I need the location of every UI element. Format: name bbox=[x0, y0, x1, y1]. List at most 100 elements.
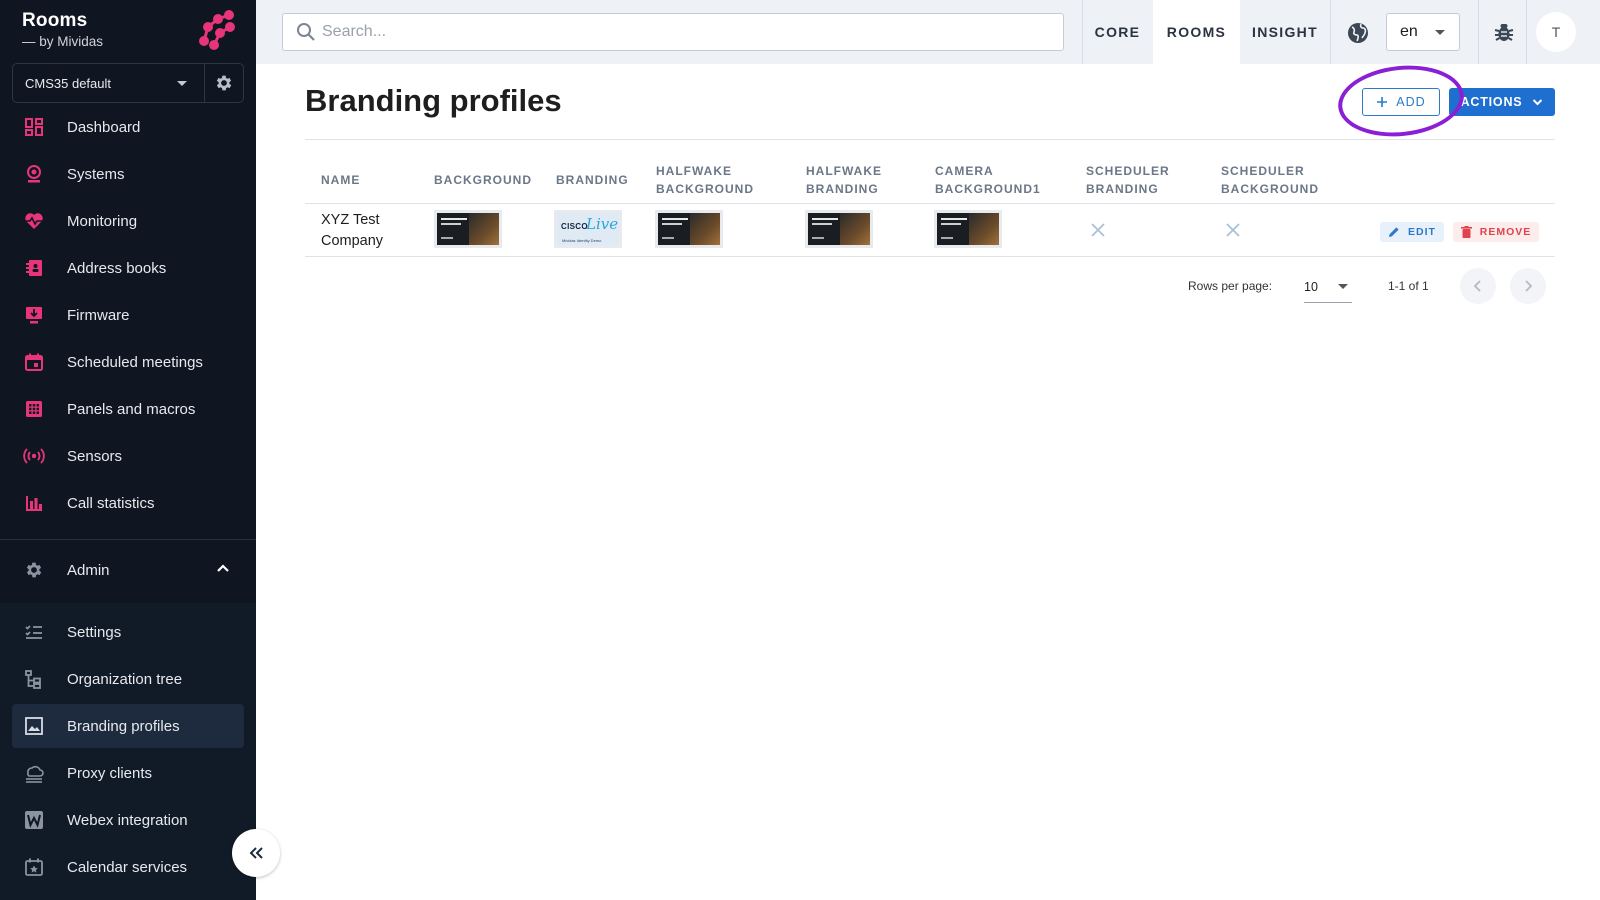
chevron-left-icon bbox=[1473, 280, 1481, 292]
search-icon bbox=[297, 23, 315, 41]
tenant-settings-button[interactable] bbox=[205, 64, 243, 102]
rows-per-page-select[interactable]: 10 bbox=[1304, 271, 1352, 303]
nav-label: Organization tree bbox=[67, 670, 183, 688]
top-divider bbox=[1526, 0, 1527, 64]
nav-divider bbox=[0, 539, 256, 540]
remove-button[interactable]: REMOVE bbox=[1453, 222, 1539, 242]
nav-item-organization-tree[interactable]: Organization tree bbox=[12, 657, 244, 701]
top-bar: CORE ROOMS INSIGHT en T bbox=[256, 0, 1600, 64]
rows-per-page-value: 10 bbox=[1304, 279, 1318, 294]
double-chevron-left-icon bbox=[249, 847, 263, 859]
language-value: en bbox=[1400, 23, 1418, 40]
brand-title: Rooms bbox=[22, 10, 88, 31]
heart-pulse-icon bbox=[23, 210, 45, 232]
profile-name: XYZ Test Company bbox=[321, 212, 384, 249]
tab-insight[interactable]: INSIGHT bbox=[1240, 0, 1330, 64]
language-select[interactable]: en bbox=[1386, 13, 1460, 51]
next-page-button[interactable] bbox=[1510, 268, 1546, 304]
cloud-stack-icon bbox=[23, 762, 45, 784]
nav-item-dashboard[interactable]: Dashboard bbox=[12, 105, 244, 149]
calendar-star-icon bbox=[23, 856, 45, 878]
mividas-logo-icon bbox=[199, 10, 235, 50]
nav-label: Proxy clients bbox=[67, 764, 153, 782]
nav-item-calendar-services[interactable]: Calendar services bbox=[12, 845, 244, 889]
nav-label: Monitoring bbox=[67, 212, 138, 230]
nav-label: Sensors bbox=[67, 447, 123, 465]
column-header-halfwake-branding[interactable]: HALFWAKE BRANDING bbox=[806, 162, 882, 198]
column-header-name[interactable]: NAME bbox=[321, 171, 360, 189]
column-header-halfwake-background[interactable]: HALFWAKE BACKGROUND bbox=[656, 162, 754, 198]
systems-icon bbox=[23, 163, 45, 185]
halfwake-background-thumbnail[interactable] bbox=[655, 210, 723, 248]
camera-background-thumbnail[interactable] bbox=[934, 210, 1002, 248]
close-icon bbox=[1091, 223, 1105, 237]
add-button[interactable]: ADD bbox=[1362, 88, 1440, 116]
nav-item-address-books[interactable]: Address books bbox=[12, 246, 244, 290]
nav-item-proxy-clients[interactable]: Proxy clients bbox=[12, 751, 244, 795]
header-divider bbox=[305, 203, 1555, 204]
nav-label: Call statistics bbox=[67, 494, 155, 512]
plus-icon bbox=[1377, 97, 1388, 107]
sidebar: Rooms — by Mividas CMS35 default Dashboa… bbox=[0, 0, 256, 900]
tenant-selector[interactable]: CMS35 default bbox=[12, 63, 244, 103]
row-divider bbox=[305, 256, 1555, 257]
chevron-down-icon bbox=[177, 80, 187, 86]
collapse-sidebar-button[interactable] bbox=[232, 829, 280, 877]
halfwake-branding-thumbnail[interactable] bbox=[805, 210, 873, 248]
nav-label: Webex integration bbox=[67, 811, 188, 829]
tree-icon bbox=[23, 668, 45, 690]
nav-label: Calendar services bbox=[67, 858, 188, 876]
nav-label: Systems bbox=[67, 165, 125, 183]
calendar-icon bbox=[23, 351, 45, 373]
nav-label: Address books bbox=[67, 259, 167, 277]
trash-icon bbox=[1460, 226, 1472, 238]
bug-icon[interactable] bbox=[1492, 20, 1516, 44]
tab-rooms[interactable]: ROOMS bbox=[1153, 0, 1240, 64]
top-divider bbox=[1330, 0, 1331, 64]
nav-item-monitoring[interactable]: Monitoring bbox=[12, 199, 244, 243]
previous-page-button[interactable] bbox=[1460, 268, 1496, 304]
user-avatar[interactable]: T bbox=[1536, 12, 1576, 52]
webex-w-icon bbox=[23, 809, 45, 831]
actions-button[interactable]: ACTIONS bbox=[1449, 88, 1555, 116]
chevron-up-icon bbox=[217, 564, 229, 572]
globe-icon bbox=[1348, 23, 1368, 43]
nav-item-scheduled-meetings[interactable]: Scheduled meetings bbox=[12, 340, 244, 384]
gear-icon bbox=[23, 559, 45, 581]
column-header-camera-background1[interactable]: CAMERA BACKGROUND1 bbox=[935, 162, 1041, 198]
nav-item-branding-profiles[interactable]: Branding profiles bbox=[12, 704, 244, 748]
search-box[interactable] bbox=[282, 13, 1064, 51]
nav-item-call-statistics[interactable]: Call statistics bbox=[12, 481, 244, 525]
nav-label: Scheduled meetings bbox=[67, 353, 203, 371]
page-title: Branding profiles bbox=[305, 83, 562, 118]
nav-item-admin[interactable]: Admin bbox=[12, 548, 244, 592]
actions-label: ACTIONS bbox=[1460, 95, 1523, 109]
dashboard-icon bbox=[23, 116, 45, 138]
nav-item-webex-integration[interactable]: Webex integration bbox=[12, 798, 244, 842]
title-divider bbox=[305, 139, 1555, 140]
chevron-down-icon bbox=[1533, 99, 1543, 106]
pagination-range: 1-1 of 1 bbox=[1388, 279, 1429, 293]
background-thumbnail[interactable] bbox=[434, 210, 502, 248]
grid-panel-icon bbox=[23, 398, 45, 420]
thumbnail-live-text: Live! bbox=[586, 215, 622, 233]
branding-thumbnail[interactable]: CISCO Live! Mividas Identity Demo bbox=[554, 210, 622, 248]
column-header-scheduler-branding[interactable]: SCHEDULER BRANDING bbox=[1086, 162, 1170, 198]
edit-button[interactable]: EDIT bbox=[1380, 222, 1444, 242]
chevron-right-icon bbox=[1525, 280, 1533, 292]
column-header-background[interactable]: BACKGROUND bbox=[434, 171, 532, 189]
tab-core[interactable]: CORE bbox=[1082, 0, 1153, 64]
nav-item-systems[interactable]: Systems bbox=[12, 152, 244, 196]
search-input[interactable] bbox=[322, 23, 1042, 41]
brand: Rooms — by Mividas bbox=[22, 10, 103, 49]
nav-item-panels-and-macros[interactable]: Panels and macros bbox=[12, 387, 244, 431]
nav-item-settings[interactable]: Settings bbox=[12, 610, 244, 654]
nav-item-firmware[interactable]: Firmware bbox=[12, 293, 244, 337]
image-icon bbox=[23, 715, 45, 737]
column-header-branding[interactable]: BRANDING bbox=[556, 171, 629, 189]
column-header-scheduler-background[interactable]: SCHEDULER BACKGROUND bbox=[1221, 162, 1319, 198]
nav-item-sensors[interactable]: Sensors bbox=[12, 434, 244, 478]
top-divider bbox=[1478, 0, 1479, 64]
checklist-icon bbox=[23, 621, 45, 643]
sensor-broadcast-icon bbox=[23, 445, 45, 467]
